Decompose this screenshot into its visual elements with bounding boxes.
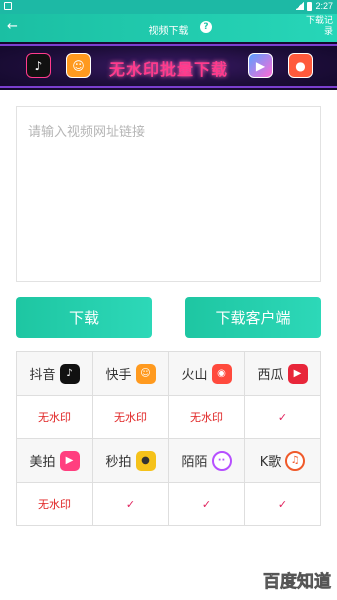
status-right: 2:27 xyxy=(295,1,333,11)
watermark: 百度知道 xyxy=(263,572,332,593)
huoshan-icon: ◉ xyxy=(211,363,232,384)
status-text: 无水印 xyxy=(38,411,71,424)
status-cell: 无水印 xyxy=(17,396,93,438)
table-row: 无水印 ✓ ✓ ✓ xyxy=(17,483,320,525)
status-bar: 2:27 xyxy=(0,0,337,14)
banner-bottom-stripe xyxy=(0,86,337,88)
app-bar: ← 视频下载 ? 下载记录 xyxy=(0,14,337,42)
video-app-icon: ▶ xyxy=(248,53,273,78)
platform-cell-momo: 陌陌 ·· xyxy=(169,439,245,482)
platform-name: 快手 xyxy=(105,368,132,383)
notification-icon xyxy=(4,2,12,10)
banner-top-stripe xyxy=(0,44,337,46)
promo-banner[interactable]: ♪ ☺ 无水印批量下载 ▶ ● xyxy=(0,42,337,90)
download-client-button[interactable]: 下载客户端 xyxy=(185,297,321,338)
platform-name: 西瓜 xyxy=(257,368,284,383)
status-cell: 无水印 xyxy=(17,483,93,525)
kuaishou-style-icon: ● xyxy=(288,53,313,78)
status-text: 无水印 xyxy=(190,411,223,424)
miaopai-icon: ● xyxy=(135,450,156,471)
douyin-icon: ♪ xyxy=(26,53,51,78)
platform-cell-meipai: 美拍 ▶ xyxy=(17,439,93,482)
kuaishou-icon: ☺ xyxy=(135,363,156,384)
meipai-icon: ▶ xyxy=(59,450,80,471)
status-cell: 无水印 xyxy=(93,396,169,438)
momo-icon: ·· xyxy=(211,450,232,471)
status-cell: 无水印 xyxy=(169,396,245,438)
platform-cell-kge: K歌 ♫ xyxy=(245,439,320,482)
check-icon: ✓ xyxy=(277,410,288,424)
banner-text: 无水印批量下载 xyxy=(108,60,228,79)
check-icon: ✓ xyxy=(201,497,212,511)
platform-name: 火山 xyxy=(181,368,208,383)
video-url-input[interactable] xyxy=(16,106,321,282)
platform-cell-douyin: 抖音 ♪ xyxy=(17,352,93,395)
signal-icon xyxy=(295,2,305,10)
platform-cell-kuaishou: 快手 ☺ xyxy=(93,352,169,395)
platform-cell-xigua: 西瓜 ▶ xyxy=(245,352,320,395)
check-icon: ✓ xyxy=(277,497,288,511)
status-cell: ✓ xyxy=(93,483,169,525)
status-text: 无水印 xyxy=(38,498,71,511)
platform-cell-miaopai: 秒拍 ● xyxy=(93,439,169,482)
table-row: 无水印 无水印 无水印 ✓ xyxy=(17,396,320,439)
platform-name: 秒拍 xyxy=(105,455,132,470)
status-text: 无水印 xyxy=(114,411,147,424)
douyin-icon: ♪ xyxy=(59,363,80,384)
check-icon: ✓ xyxy=(125,497,136,511)
platform-cell-huoshan: 火山 ◉ xyxy=(169,352,245,395)
status-cell: ✓ xyxy=(169,483,245,525)
page-title: 视频下载 xyxy=(148,26,189,37)
question-circle-icon[interactable]: ? xyxy=(200,21,212,33)
download-history-link[interactable]: 下载记录 xyxy=(303,16,333,38)
status-time: 2:27 xyxy=(315,1,333,11)
platform-name: 美拍 xyxy=(29,455,56,470)
status-cell: ✓ xyxy=(245,396,320,438)
table-row: 美拍 ▶ 秒拍 ● 陌陌 ·· K歌 ♫ xyxy=(17,439,320,483)
platform-name: 陌陌 xyxy=(181,455,208,470)
kge-icon: ♫ xyxy=(285,450,306,471)
platform-name: K歌 xyxy=(259,455,282,470)
platform-name: 抖音 xyxy=(29,368,56,383)
download-button[interactable]: 下载 xyxy=(16,297,152,338)
platform-support-table: 抖音 ♪ 快手 ☺ 火山 ◉ 西瓜 ▶ 无水印 无水印 无水印 ✓ 美拍 ▶ 秒… xyxy=(16,351,321,526)
battery-icon xyxy=(307,1,313,11)
xigua-icon: ▶ xyxy=(287,363,308,384)
table-row: 抖音 ♪ 快手 ☺ 火山 ◉ 西瓜 ▶ xyxy=(17,352,320,396)
status-cell: ✓ xyxy=(245,483,320,525)
